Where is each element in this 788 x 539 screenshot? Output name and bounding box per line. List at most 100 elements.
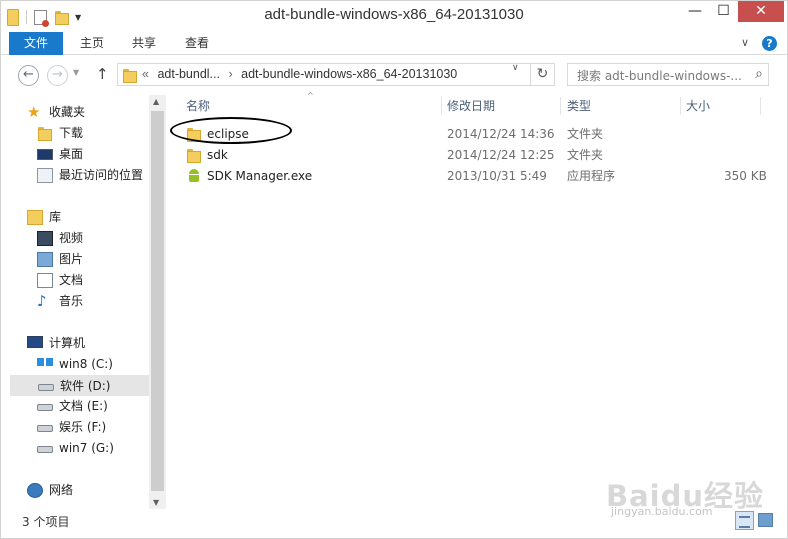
video-icon bbox=[37, 231, 53, 246]
search-icon[interactable]: ⌕ bbox=[755, 66, 763, 82]
sidebar-item-label: 收藏夹 bbox=[49, 105, 86, 119]
scroll-up-icon[interactable]: ▲ bbox=[153, 97, 159, 106]
address-bar[interactable]: « adt-bundl... › adt-bundle-windows-x86_… bbox=[117, 63, 531, 86]
sidebar-item-label: 桌面 bbox=[59, 147, 84, 161]
sidebar-item-label: 库 bbox=[49, 210, 62, 224]
tab-home[interactable]: 主页 bbox=[71, 32, 113, 55]
expand-ribbon-chevron-down-icon[interactable]: ∨ bbox=[741, 36, 749, 49]
sidebar-item-label: 软件 (D:) bbox=[60, 379, 111, 393]
column-divider[interactable] bbox=[680, 97, 681, 115]
sidebar-item-computer[interactable]: 计算机 bbox=[1, 333, 149, 354]
file-row-sdk-manager[interactable]: SDK Manager.exe 2013/10/31 5:49 应用程序 350… bbox=[176, 166, 776, 187]
folder-icon bbox=[186, 148, 202, 163]
details-view-icon[interactable] bbox=[735, 511, 754, 530]
help-icon[interactable]: ? bbox=[762, 36, 777, 51]
android-icon bbox=[186, 169, 202, 184]
library-icon bbox=[27, 210, 43, 225]
sidebar-item-recent-places[interactable]: 最近访问的位置 bbox=[1, 165, 149, 186]
sidebar-item-label: 音乐 bbox=[59, 294, 84, 308]
refresh-button[interactable]: ↻ bbox=[531, 63, 555, 86]
file-list: ^ 名称 修改日期 类型 大小 eclipse 2014/12/24 14:36… bbox=[166, 91, 787, 509]
tab-view[interactable]: 查看 bbox=[176, 32, 218, 55]
sidebar-item-music[interactable]: ♪ 音乐 bbox=[1, 291, 149, 312]
breadcrumb-segment-current[interactable]: adt-bundle-windows-x86_64-20131030 bbox=[241, 67, 457, 81]
music-note-icon: ♪ bbox=[37, 292, 47, 310]
file-size: 350 KB bbox=[724, 169, 767, 183]
drive-icon bbox=[37, 425, 53, 432]
computer-icon bbox=[27, 336, 43, 348]
breadcrumb-segment[interactable]: adt-bundl... bbox=[157, 67, 220, 81]
forward-button[interactable]: → bbox=[47, 65, 68, 86]
column-divider[interactable] bbox=[441, 97, 442, 115]
sidebar-item-favorites[interactable]: ★ 收藏夹 bbox=[1, 102, 149, 123]
up-button[interactable]: ↑ bbox=[96, 65, 109, 83]
sidebar-item-documents[interactable]: 文档 bbox=[1, 270, 149, 291]
large-icons-view-icon[interactable] bbox=[758, 513, 773, 527]
sidebar-item-libraries[interactable]: 库 bbox=[1, 207, 149, 228]
sidebar-item-label: win8 (C:) bbox=[59, 357, 113, 371]
search-input[interactable]: 搜索 adt-bundle-windows-... ⌕ bbox=[567, 63, 769, 86]
close-button[interactable]: ✕ bbox=[738, 1, 784, 22]
file-type: 应用程序 bbox=[567, 169, 616, 183]
sidebar-item-drive-g[interactable]: win7 (G:) bbox=[1, 438, 149, 459]
sidebar-item-label: 文档 bbox=[59, 273, 84, 287]
explorer-window: ▼ adt-bundle-windows-x86_64-20131030 — ☐… bbox=[0, 0, 788, 539]
file-name: SDK Manager.exe bbox=[207, 169, 313, 183]
column-header-type[interactable]: 类型 bbox=[567, 95, 677, 117]
folder-icon bbox=[122, 68, 137, 83]
minimize-button[interactable]: — bbox=[681, 1, 709, 22]
breadcrumb-separator[interactable]: › bbox=[228, 67, 232, 81]
tab-file[interactable]: 文件 bbox=[9, 32, 63, 55]
sidebar-item-drive-e[interactable]: 文档 (E:) bbox=[1, 396, 149, 417]
sidebar-item-videos[interactable]: 视频 bbox=[1, 228, 149, 249]
breadcrumb-overflow[interactable]: « bbox=[142, 67, 149, 81]
recent-locations-dropdown-icon[interactable]: ▼ bbox=[73, 68, 79, 77]
network-icon bbox=[27, 483, 43, 498]
sidebar-item-desktop[interactable]: 桌面 bbox=[1, 144, 149, 165]
sidebar-item-label: 图片 bbox=[59, 252, 84, 266]
drive-icon bbox=[37, 446, 53, 453]
sidebar-item-pictures[interactable]: 图片 bbox=[1, 249, 149, 270]
search-placeholder: 搜索 adt-bundle-windows-... bbox=[577, 69, 742, 83]
item-count: 3 个项目 bbox=[22, 515, 70, 529]
recent-places-icon bbox=[37, 168, 53, 183]
column-divider[interactable] bbox=[760, 97, 761, 115]
sidebar-item-label: 娱乐 (F:) bbox=[59, 420, 107, 434]
sidebar-item-drive-c[interactable]: win8 (C:) bbox=[1, 354, 149, 375]
annotation-ellipse bbox=[170, 117, 292, 144]
sidebar-item-label: 下载 bbox=[59, 126, 84, 140]
column-header-name[interactable]: 名称 bbox=[186, 95, 436, 117]
file-type: 文件夹 bbox=[567, 127, 604, 141]
column-header-date[interactable]: 修改日期 bbox=[447, 95, 557, 117]
scrollbar-thumb[interactable] bbox=[151, 111, 164, 491]
navigation-bar: ← → ▼ ↑ « adt-bundl... › adt-bundle-wind… bbox=[1, 56, 787, 94]
navigation-pane-scrollbar[interactable]: ▲ ▼ bbox=[149, 95, 166, 509]
drive-icon bbox=[37, 404, 53, 411]
sidebar-item-drive-f[interactable]: 娱乐 (F:) bbox=[1, 417, 149, 438]
star-icon: ★ bbox=[27, 103, 41, 121]
sidebar-item-label: 计算机 bbox=[49, 336, 86, 350]
column-header-size[interactable]: 大小 bbox=[686, 95, 756, 117]
sidebar-item-label: 文档 (E:) bbox=[59, 399, 108, 413]
document-icon bbox=[37, 273, 53, 288]
scroll-down-icon[interactable]: ▼ bbox=[153, 498, 159, 507]
back-button[interactable]: ← bbox=[18, 65, 39, 86]
file-name: sdk bbox=[207, 148, 228, 162]
file-type: 文件夹 bbox=[567, 148, 604, 162]
status-bar: 3 个项目 bbox=[1, 509, 787, 538]
address-dropdown-icon[interactable]: ∨ bbox=[512, 63, 519, 73]
maximize-button[interactable]: ☐ bbox=[710, 1, 737, 22]
file-row-sdk[interactable]: sdk 2014/12/24 12:25 文件夹 bbox=[176, 145, 776, 166]
sidebar-item-network[interactable]: 网络 bbox=[1, 480, 149, 501]
sidebar-item-label: win7 (G:) bbox=[59, 441, 114, 455]
file-date: 2014/12/24 12:25 bbox=[447, 148, 555, 162]
column-divider[interactable] bbox=[560, 97, 561, 115]
sidebar-item-label: 最近访问的位置 bbox=[59, 168, 144, 182]
file-date: 2013/10/31 5:49 bbox=[447, 169, 547, 183]
tab-share[interactable]: 共享 bbox=[123, 32, 165, 55]
windows-drive-icon bbox=[37, 358, 53, 366]
sidebar-item-drive-d[interactable]: 软件 (D:) bbox=[10, 375, 149, 396]
sidebar-item-downloads[interactable]: 下载 bbox=[1, 123, 149, 144]
picture-icon bbox=[37, 252, 53, 267]
file-date: 2014/12/24 14:36 bbox=[447, 127, 555, 141]
